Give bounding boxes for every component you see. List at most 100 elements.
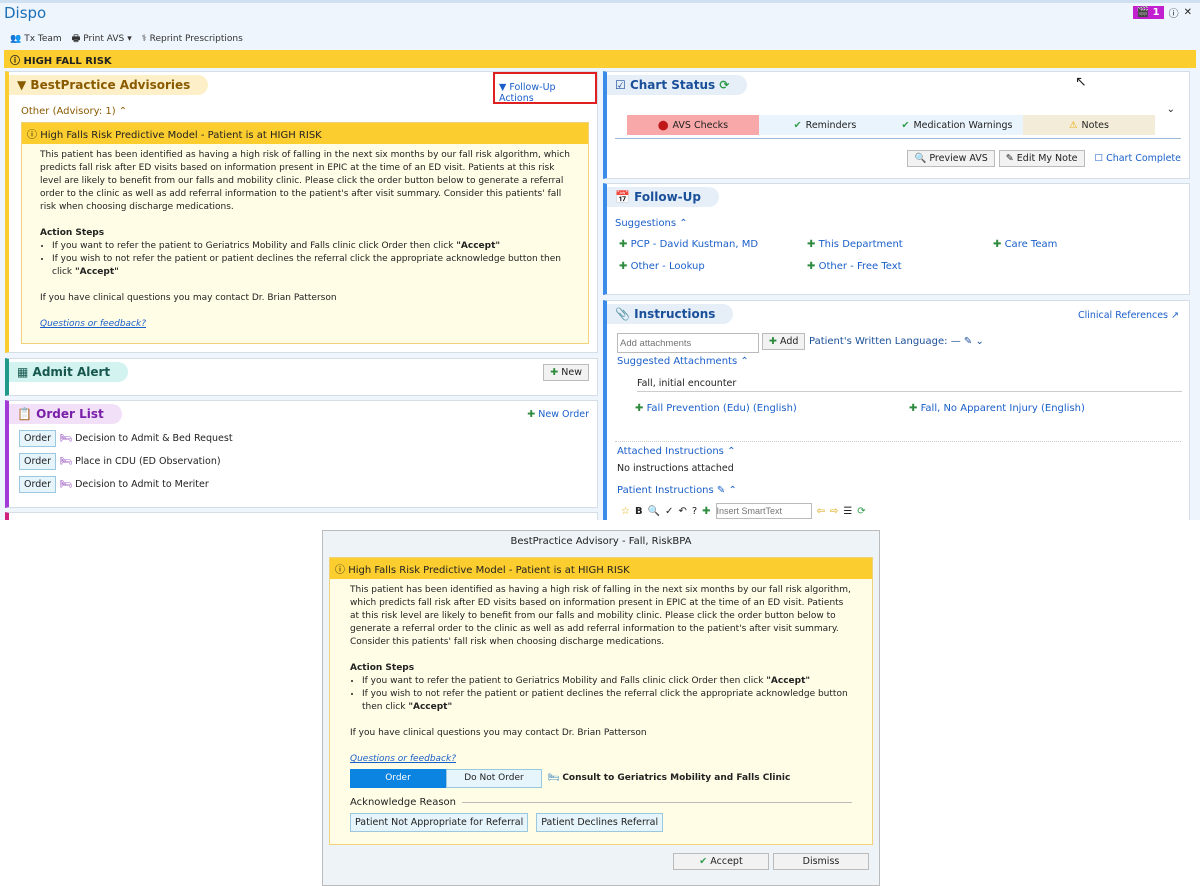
arrow-right-icon[interactable]: ⇨ [830, 506, 838, 517]
accept-button[interactable]: ✔ Accept [673, 853, 769, 870]
instructions-panel: 📎 Instructions Clinical References ↗ ✚ A… [603, 300, 1190, 520]
refresh-icon[interactable]: ⟳ [719, 78, 729, 92]
add-attachment-button[interactable]: ✚ Add [762, 333, 806, 350]
edit-my-note-button[interactable]: ✎ Edit My Note [998, 150, 1085, 167]
follow-up-other-free-text[interactable]: ✚ Other - Free Text [807, 261, 902, 272]
chart-status-tabs: ⬤ AVS Checks ✔ Reminders ✔ Medication Warni… [627, 115, 1155, 135]
clipboard-icon: 📋 [17, 407, 32, 421]
order-row: Order 🛏 Decision to Admit & Bed Request [19, 430, 597, 447]
follow-up-other-lookup[interactable]: ✚ Other - Lookup [619, 261, 705, 272]
plus-icon: ✚ [769, 336, 777, 347]
dismiss-button[interactable]: Dismiss [773, 853, 869, 870]
undo-icon[interactable]: ↶ [678, 506, 686, 517]
follow-up-panel: 📅 Follow-Up Suggestions ⌃ ✚ PCP - David … [603, 183, 1190, 295]
follow-up-pcp[interactable]: ✚ PCP - David Kustman, MD [619, 239, 758, 250]
list-icon[interactable]: ☰ [843, 506, 852, 517]
reminders-tab[interactable]: ✔ Reminders [759, 115, 891, 135]
order-button[interactable]: Order [19, 430, 56, 447]
notification-badge[interactable]: 🎬 1 [1132, 6, 1164, 19]
paperclip-icon: 📎 [615, 307, 630, 321]
pencil-icon: ✎ [1005, 153, 1014, 164]
bpa-header: ▼ BestPractice Advisories [9, 75, 209, 95]
bed-icon: 🛏 [548, 773, 560, 783]
check-circle-icon: ✔ [901, 119, 910, 131]
attachment-fall-prevention[interactable]: ✚ Fall Prevention (Edu) (English) [635, 403, 797, 414]
close-icon[interactable]: ✕ [1184, 7, 1192, 18]
new-admit-alert-button[interactable]: ✚ New [543, 364, 589, 381]
clinical-references-link[interactable]: Clinical References ↗ [1078, 310, 1179, 321]
order-row: Order 🛏 Place in CDU (ED Observation) [19, 453, 597, 470]
checklist-icon: ☑ [615, 78, 626, 92]
help-doc-icon[interactable]: ? [692, 506, 697, 517]
help-icon[interactable]: ⓘ [1169, 5, 1179, 20]
pill-icon: ⚕ [141, 34, 147, 44]
attachment-fall-no-injury[interactable]: ✚ Fall, No Apparent Injury (English) [909, 403, 1085, 414]
ack-not-appropriate-button[interactable]: Patient Not Appropriate for Referral [350, 813, 529, 832]
calendar-icon: 📅 [615, 190, 630, 204]
suggestions-toggle[interactable]: Suggestions ⌃ [615, 218, 688, 229]
patient-instructions-toggle[interactable]: Patient Instructions ✎ ⌃ [617, 485, 737, 496]
plus-icon[interactable]: ✚ [702, 506, 710, 517]
mouse-cursor-icon: ↖ [1075, 74, 1087, 90]
medication-warnings-tab[interactable]: ✔ Medication Warnings [891, 115, 1023, 135]
follow-up-care-team[interactable]: ✚ Care Team [993, 239, 1057, 250]
reprint-prescriptions-button[interactable]: ⚕ Reprint Prescriptions [142, 31, 243, 47]
check-circle-icon: ✔ [793, 119, 802, 131]
notes-tab[interactable]: ⚠ Notes [1023, 115, 1155, 135]
dialog-advisory-card: ⓘ High Falls Risk Predictive Model - Pat… [329, 557, 873, 845]
error-icon: ⬤ [657, 119, 669, 131]
written-language[interactable]: Patient's Written Language: — ✎ ⌄ [809, 336, 984, 347]
table-icon: ▦ [17, 365, 29, 379]
questions-feedback-link[interactable]: Questions or feedback? [350, 754, 456, 764]
filter-icon: ▼ [499, 82, 507, 93]
bed-icon: 🛏 [60, 456, 73, 467]
do-not-order-toggle-button[interactable]: Do Not Order [446, 769, 542, 788]
suggested-attachments-toggle[interactable]: Suggested Attachments ⌃ [617, 356, 749, 367]
spellcheck-icon[interactable]: ✓ [665, 506, 673, 517]
preview-avs-button[interactable]: 🔍 Preview AVS [907, 150, 995, 167]
diagnosis-group: Fall, initial encounter [637, 378, 1182, 392]
advisory-card: ⓘ High Falls Risk Predictive Model - Pat… [21, 122, 589, 344]
zoom-icon[interactable]: 🔍 [648, 506, 660, 517]
avs-checks-tab[interactable]: ⬤ AVS Checks [627, 115, 759, 135]
questions-feedback-link[interactable]: Questions or feedback? [40, 319, 146, 329]
bold-icon[interactable]: B [635, 506, 643, 517]
dialog-title: BestPractice Advisory - Fall, RiskBPA [510, 536, 692, 547]
follow-up-this-department[interactable]: ✚ This Department [807, 239, 903, 250]
order-button[interactable]: Order [19, 476, 56, 493]
high-fall-risk-banner: ⓘ HIGH FALL RISK [4, 50, 1196, 68]
chart-complete-checkbox[interactable]: ☐ Chart Complete [1095, 153, 1181, 164]
order-list-panel: 📋 Order List ✚ New Order Order 🛏 Decision… [5, 400, 598, 508]
print-avs-button[interactable]: 🖶 Print AVS ▾ [72, 31, 132, 47]
bpa-panel: ▼ BestPractice Advisories ▼ Follow-Up Ac… [5, 71, 598, 353]
star-icon[interactable]: ☆ [621, 506, 630, 517]
advisory-title: ⓘ High Falls Risk Predictive Model - Pat… [22, 123, 588, 144]
advisory-section-toggle[interactable]: Other (Advisory: 1) ⌃ [21, 106, 127, 117]
order-button[interactable]: Order [19, 453, 56, 470]
bed-icon: 🛏 [60, 433, 73, 444]
no-instructions-text: No instructions attached [617, 463, 734, 474]
advisory-title: ⓘ High Falls Risk Predictive Model - Pat… [330, 558, 872, 579]
team-icon: 👥 [10, 34, 22, 44]
page-title: Dispo [4, 4, 47, 22]
order-row: Order 🛏 Decision to Admit to Meriter [19, 476, 597, 493]
bpa-dialog: BestPractice Advisory - Fall, RiskBPA ⓘ … [322, 530, 880, 886]
attached-instructions-toggle[interactable]: Attached Instructions ⌃ [617, 446, 735, 457]
collapsed-panel [5, 512, 598, 520]
divider [615, 138, 1181, 139]
order-toggle-button[interactable]: Order [350, 769, 446, 788]
expand-icon[interactable]: ⌄ [1167, 104, 1175, 115]
admit-alert-panel: ▦ Admit Alert ✚ New [5, 358, 598, 396]
ack-declines-button[interactable]: Patient Declines Referral [536, 813, 664, 832]
filter-icon: ▼ [17, 78, 27, 92]
plus-icon: ✚ [550, 367, 559, 378]
dispo-window: Dispo 🎬 1 ⓘ ✕ 👥 Tx Team 🖶 Print AVS ▾ ⚕ Rep… [0, 0, 1200, 520]
smarttext-input[interactable] [715, 503, 812, 519]
add-attachments-input[interactable] [617, 333, 759, 353]
follow-up-actions-link[interactable]: ▼ Follow-Up Actions [493, 72, 597, 104]
tx-team-button[interactable]: 👥 Tx Team [10, 31, 62, 47]
refresh-icon[interactable]: ⟳ [857, 506, 865, 517]
new-order-link[interactable]: ✚ New Order [527, 409, 589, 420]
arrow-left-icon[interactable]: ⇦ [817, 506, 825, 517]
warning-icon: ⚠ [1069, 119, 1078, 131]
